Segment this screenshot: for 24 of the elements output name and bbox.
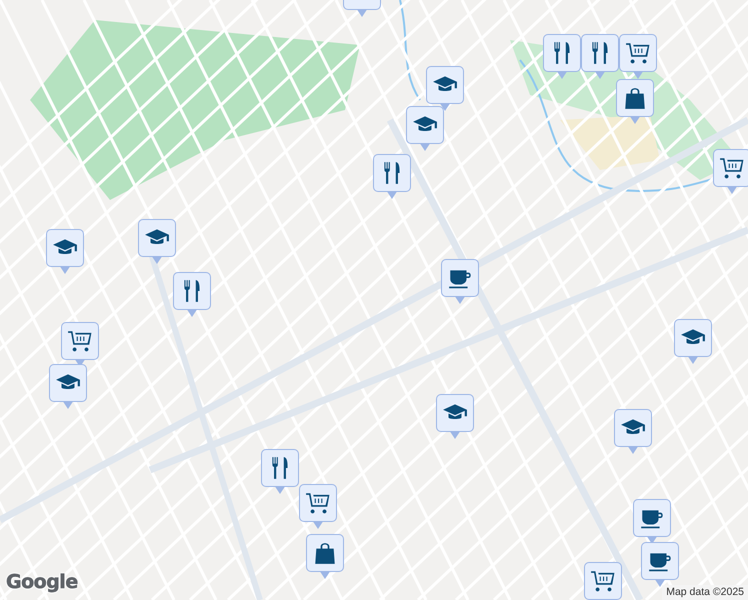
cafe-marker[interactable]	[441, 259, 479, 305]
restaurant-marker[interactable]	[581, 34, 619, 80]
cart-marker[interactable]	[299, 484, 337, 530]
cafe-marker[interactable]	[633, 499, 671, 545]
school-marker[interactable]	[436, 394, 474, 440]
restaurant-marker[interactable]	[373, 154, 411, 200]
map-attribution: Map data ©2025	[662, 585, 748, 600]
restaurant-marker[interactable]	[261, 449, 299, 495]
school-marker[interactable]	[49, 364, 87, 410]
bag-marker[interactable]	[616, 79, 654, 125]
school-marker[interactable]	[46, 229, 84, 275]
restaurant-marker[interactable]	[543, 34, 581, 80]
school-marker[interactable]	[138, 219, 176, 265]
map-logo: Google	[6, 570, 78, 594]
cart-marker[interactable]	[619, 34, 657, 80]
cafe-marker[interactable]	[641, 542, 679, 588]
school-marker[interactable]	[614, 409, 652, 455]
school-marker[interactable]	[426, 66, 464, 112]
cart-marker[interactable]	[584, 562, 622, 600]
cart-marker[interactable]	[713, 149, 748, 195]
school-marker[interactable]	[406, 106, 444, 152]
bag-marker[interactable]	[306, 534, 344, 580]
restaurant-marker[interactable]	[173, 272, 211, 318]
school-marker[interactable]	[674, 319, 712, 365]
